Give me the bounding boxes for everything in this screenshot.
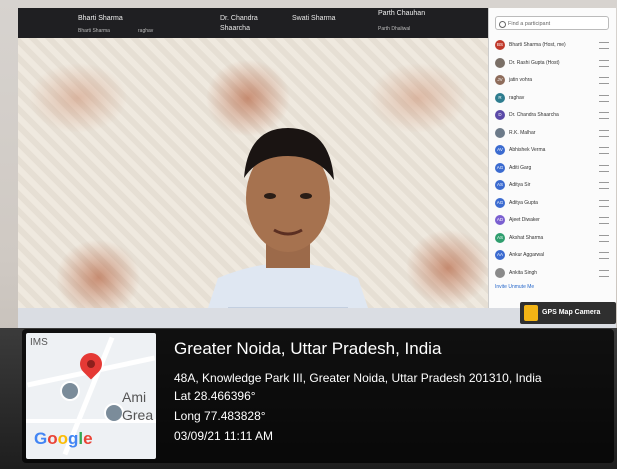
participant-name: jatin vohra bbox=[509, 77, 533, 83]
participant-name: Ankita Singh bbox=[509, 269, 538, 276]
latitude-text: Lat 28.466396° bbox=[174, 389, 256, 403]
top-tile-sub: raghav bbox=[138, 28, 154, 34]
address-text: 48A, Knowledge Park III, Greater Noida, … bbox=[174, 371, 542, 385]
participant-search-input[interactable]: Find a participant bbox=[495, 16, 609, 30]
top-tile-name: Parth Chauhan bbox=[378, 10, 426, 17]
participant-row[interactable]: AV Abhishek Verma bbox=[495, 143, 613, 157]
mic-camera-icon bbox=[599, 112, 609, 119]
mic-camera-icon bbox=[599, 129, 609, 137]
participant-row[interactable]: D Dr. Chandra Shaarcha bbox=[495, 108, 613, 122]
map-label: IMS bbox=[30, 337, 48, 348]
mic-camera-icon bbox=[599, 59, 609, 67]
participant-avatar bbox=[495, 267, 505, 278]
top-tile[interactable]: Swati Sharma bbox=[288, 8, 358, 38]
participant-row[interactable]: JV jatin vohra bbox=[495, 73, 613, 87]
mic-camera-icon bbox=[599, 42, 609, 49]
school-icon bbox=[104, 403, 124, 423]
participant-avatar: BS bbox=[495, 40, 505, 50]
datetime-text: 03/09/21 11:11 AM bbox=[174, 429, 273, 443]
top-tile-sub: Bharti Sharma bbox=[78, 28, 110, 34]
participant-row[interactable]: AG Aditya Gupta bbox=[495, 196, 613, 210]
participant-name: Akshat Sharma bbox=[509, 234, 544, 241]
participant-avatar: R bbox=[495, 92, 505, 103]
participant-row[interactable]: AD Ajeet Diwaker bbox=[495, 213, 613, 227]
top-tile-sub: Parth Dhaliwal bbox=[378, 26, 411, 32]
participant-row[interactable]: Dr. Rashi Gupta (Host) bbox=[495, 56, 613, 70]
longitude-text: Long 77.483828° bbox=[174, 409, 266, 423]
mic-camera-icon bbox=[599, 147, 609, 154]
location-overlay: IMS Ami Grea Google Greater Noida, Uttar… bbox=[22, 329, 614, 463]
participant-name: Ankur Aggarwal bbox=[509, 252, 545, 258]
laptop-screen: Bharti Sharma Bharti Sharma raghav Dr. C… bbox=[18, 8, 616, 328]
participant-avatar: AG bbox=[495, 162, 505, 173]
map-label: Ami bbox=[122, 389, 147, 405]
participant-row[interactable]: BS Bharti Sharma (Host, me) bbox=[495, 38, 613, 52]
participant-name: Aditi Garg bbox=[509, 164, 532, 171]
participant-avatar: D bbox=[495, 110, 505, 120]
top-tile-name: Swati Sharma bbox=[292, 15, 336, 22]
place-title: Greater Noida, Uttar Pradesh, India bbox=[174, 339, 442, 358]
participant-avatar: AS bbox=[495, 180, 505, 190]
participant-row[interactable]: Rraghav bbox=[495, 91, 613, 105]
participant-avatar bbox=[495, 127, 505, 138]
mini-map: IMS Ami Grea Google bbox=[26, 333, 156, 459]
participant-row[interactable]: Ankita Singh bbox=[495, 266, 613, 280]
participant-row[interactable]: AS Aditya Sir bbox=[495, 178, 613, 192]
participant-avatar: AV bbox=[495, 145, 505, 155]
participant-name: Bharti Sharma (Host, me) bbox=[509, 42, 566, 48]
participants-panel: Find a participant BS Bharti Sharma (Host… bbox=[488, 8, 616, 308]
mic-camera-icon bbox=[599, 252, 609, 259]
camera-app-icon bbox=[524, 305, 538, 321]
participant-name: R.K. Malhar bbox=[509, 129, 536, 136]
participant-avatar bbox=[495, 57, 505, 68]
participant-name: Dr. Chandra Shaarcha bbox=[509, 112, 559, 118]
participant-avatar: AG bbox=[495, 197, 505, 208]
search-icon bbox=[499, 21, 506, 28]
participant-avatar: AD bbox=[495, 215, 505, 225]
participant-name: Dr. Rashi Gupta (Host) bbox=[509, 59, 560, 66]
participant-row[interactable]: AA Ankur Aggarwal bbox=[495, 248, 613, 262]
participant-name: Aditya Gupta bbox=[509, 199, 538, 206]
meeting-top-strip: Bharti Sharma Bharti Sharma raghav Dr. C… bbox=[18, 8, 488, 38]
mic-camera-icon bbox=[599, 269, 609, 277]
mic-camera-icon bbox=[599, 77, 609, 84]
mic-camera-icon bbox=[599, 94, 609, 102]
participant-name: Abhishek Verma bbox=[509, 147, 546, 153]
google-logo: Google bbox=[34, 429, 93, 448]
speaker-figure bbox=[201, 128, 375, 328]
photo-frame: Bharti Sharma Bharti Sharma raghav Dr. C… bbox=[0, 0, 617, 469]
gps-map-camera-badge: GPS Map Camera bbox=[520, 302, 616, 324]
gps-badge-label: GPS Map Camera bbox=[542, 309, 601, 316]
participant-avatar: AA bbox=[495, 250, 505, 260]
participant-avatar: JV bbox=[495, 75, 505, 85]
participant-row[interactable]: AG Aditi Garg bbox=[495, 161, 613, 175]
participant-row[interactable]: R.K. Malhar bbox=[495, 126, 613, 140]
top-tile-name: Bharti Sharma bbox=[78, 15, 123, 22]
top-tile[interactable]: Dr. Chandra Shaarcha bbox=[216, 8, 288, 38]
participant-name: Aditya Sir bbox=[509, 182, 531, 188]
participant-row[interactable]: AS Akshat Sharma bbox=[495, 231, 613, 245]
mic-camera-icon bbox=[599, 199, 609, 207]
mic-camera-icon bbox=[599, 164, 609, 172]
participant-name: raghav bbox=[509, 94, 525, 101]
mic-camera-icon bbox=[599, 234, 609, 242]
participant-avatar: AS bbox=[495, 232, 505, 243]
panel-footer[interactable]: Invite Unmute Me bbox=[495, 284, 613, 298]
mic-camera-icon bbox=[599, 182, 609, 189]
participant-name: Ajeet Diwaker bbox=[509, 217, 540, 223]
mic-camera-icon bbox=[599, 217, 609, 224]
map-label: Grea bbox=[122, 407, 154, 423]
top-tile-name: Dr. Chandra Shaarcha bbox=[220, 15, 258, 32]
main-video bbox=[18, 38, 488, 328]
school-icon bbox=[60, 381, 80, 401]
